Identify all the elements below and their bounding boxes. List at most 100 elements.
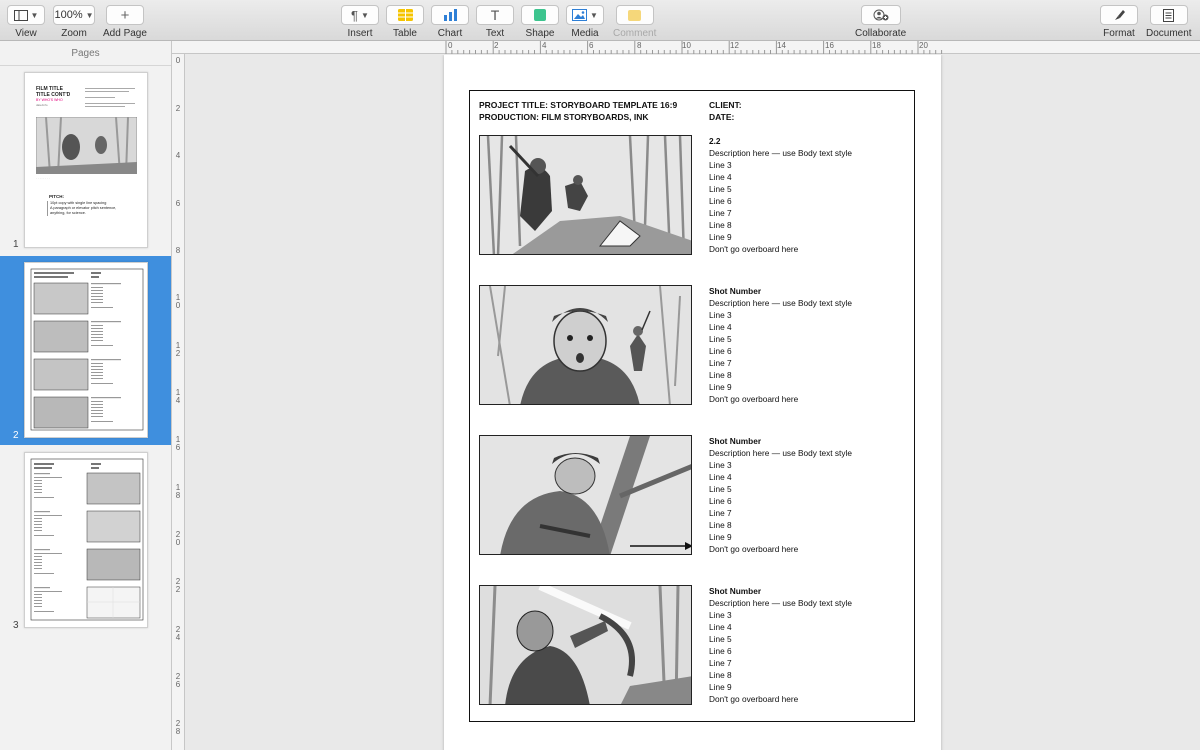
- ruler-label: 6: [175, 199, 181, 208]
- document-page[interactable]: PROJECT TITLE: STORYBOARD TEMPLATE 16:9 …: [444, 55, 941, 750]
- collaborate-button[interactable]: [860, 5, 901, 25]
- shot-line[interactable]: Line 5: [709, 483, 852, 495]
- shot-line[interactable]: Line 9: [709, 381, 852, 393]
- shot-line[interactable]: Line 4: [709, 321, 852, 333]
- shot-line[interactable]: Don't go overboard here: [709, 543, 852, 555]
- shot-line[interactable]: Don't go overboard here: [709, 393, 852, 405]
- table-control[interactable]: Table: [386, 5, 424, 39]
- shot-line[interactable]: Line 8: [709, 219, 852, 231]
- horizontal-ruler[interactable]: 0 2 4 6 8 10 12 14 16 18 20: [172, 41, 1200, 54]
- table-icon: [397, 9, 413, 21]
- ruler-label: 1 0: [175, 293, 181, 310]
- shot-description[interactable]: Description here — use Body text style: [709, 447, 852, 459]
- shot-line[interactable]: Line 4: [709, 171, 852, 183]
- date-label[interactable]: DATE:: [709, 111, 742, 123]
- shot-description-3[interactable]: Shot Number Description here — use Body …: [709, 435, 852, 555]
- add-page-button[interactable]: +: [105, 5, 144, 25]
- shot-line[interactable]: Line 8: [709, 519, 852, 531]
- zoom-select[interactable]: 100% ▼: [53, 5, 95, 25]
- chart-button[interactable]: [431, 5, 469, 25]
- thumb-text-block: [85, 86, 140, 109]
- shot-line[interactable]: Line 9: [709, 681, 852, 693]
- thumb-storyboard-layout: [30, 458, 144, 621]
- shape-button[interactable]: [521, 5, 559, 25]
- shot-line[interactable]: Line 3: [709, 609, 852, 621]
- format-button[interactable]: [1100, 5, 1138, 25]
- shot-line[interactable]: Line 4: [709, 621, 852, 633]
- insert-button[interactable]: ¶ ▼: [341, 5, 379, 25]
- shot-line[interactable]: Line 8: [709, 669, 852, 681]
- header-left[interactable]: PROJECT TITLE: STORYBOARD TEMPLATE 16:9 …: [479, 99, 677, 123]
- shot-number[interactable]: Shot Number: [709, 435, 852, 447]
- shot-line[interactable]: Line 5: [709, 633, 852, 645]
- thumbnail-page: [24, 262, 148, 438]
- ruler-label: 18: [872, 41, 881, 50]
- shot-line[interactable]: Line 3: [709, 159, 852, 171]
- collaborate-control[interactable]: Collaborate: [855, 5, 906, 39]
- shot-line[interactable]: Line 6: [709, 195, 852, 207]
- text-button[interactable]: T: [476, 5, 514, 25]
- shot-line[interactable]: Line 6: [709, 645, 852, 657]
- shot-line[interactable]: Don't go overboard here: [709, 693, 852, 705]
- view-control[interactable]: ▼ View: [7, 5, 45, 39]
- shot-line[interactable]: Line 5: [709, 183, 852, 195]
- shot-line[interactable]: Line 6: [709, 495, 852, 507]
- page-thumbnail-1[interactable]: 1 FILM TITLE TITLE CONT'D BY WHO'S WHO d…: [0, 66, 171, 256]
- media-button[interactable]: ▼: [566, 5, 604, 25]
- insert-control[interactable]: ¶ ▼ Insert: [341, 5, 379, 39]
- ruler-label: 6: [589, 41, 594, 50]
- table-button[interactable]: [386, 5, 424, 25]
- shape-control[interactable]: Shape: [521, 5, 559, 39]
- shot-line[interactable]: Don't go overboard here: [709, 243, 852, 255]
- project-title[interactable]: PROJECT TITLE: STORYBOARD TEMPLATE 16:9: [479, 99, 677, 111]
- comment-button[interactable]: [615, 5, 654, 25]
- media-control[interactable]: ▼ Media: [566, 5, 604, 39]
- production-title[interactable]: PRODUCTION: FILM STORYBOARDS, INK: [479, 111, 677, 123]
- shot-description-4[interactable]: Shot Number Description here — use Body …: [709, 585, 852, 705]
- chart-control[interactable]: Chart: [431, 5, 469, 39]
- format-control[interactable]: Format: [1100, 5, 1138, 39]
- shot-line[interactable]: Line 3: [709, 309, 852, 321]
- shot-number[interactable]: Shot Number: [709, 585, 852, 597]
- chevron-down-icon: ▼: [30, 10, 39, 20]
- text-control[interactable]: T Text: [476, 5, 514, 39]
- ruler-label: 0: [175, 56, 181, 65]
- shot-line[interactable]: Line 7: [709, 507, 852, 519]
- shot-line[interactable]: Line 4: [709, 471, 852, 483]
- storyboard-panel-4[interactable]: [479, 585, 692, 705]
- document-control[interactable]: Document: [1146, 5, 1192, 39]
- shot-line[interactable]: Line 9: [709, 231, 852, 243]
- shot-line[interactable]: Line 9: [709, 531, 852, 543]
- shot-description[interactable]: Description here — use Body text style: [709, 147, 852, 159]
- page-thumbnail-2[interactable]: 2: [0, 256, 171, 445]
- sketch-image: [480, 436, 691, 554]
- shot-description[interactable]: Description here — use Body text style: [709, 297, 852, 309]
- shot-number[interactable]: Shot Number: [709, 285, 852, 297]
- add-page-control[interactable]: + Add Page: [103, 5, 147, 39]
- shot-line[interactable]: Line 6: [709, 345, 852, 357]
- client-label[interactable]: CLIENT:: [709, 99, 742, 111]
- text-icon: T: [490, 7, 500, 23]
- vertical-ruler[interactable]: 0 2 4 6 8 1 0 1 2 1 4 1 6 1 8 2 0 2 2 2 …: [172, 54, 185, 750]
- storyboard-panel-3[interactable]: [479, 435, 692, 555]
- shot-line[interactable]: Line 7: [709, 657, 852, 669]
- storyboard-panel-2[interactable]: [479, 285, 692, 405]
- shot-description[interactable]: Description here — use Body text style: [709, 597, 852, 609]
- storyboard-panel-1[interactable]: [479, 135, 692, 255]
- view-button[interactable]: ▼: [7, 5, 45, 25]
- shot-line[interactable]: Line 7: [709, 357, 852, 369]
- shot-number[interactable]: 2.2: [709, 135, 852, 147]
- shot-line[interactable]: Line 7: [709, 207, 852, 219]
- shot-description-2[interactable]: Shot Number Description here — use Body …: [709, 285, 852, 405]
- image-icon: [572, 9, 588, 21]
- document-canvas[interactable]: PROJECT TITLE: STORYBOARD TEMPLATE 16:9 …: [186, 55, 1200, 750]
- shot-line[interactable]: Line 3: [709, 459, 852, 471]
- page-thumbnail-3[interactable]: 3: [0, 445, 171, 635]
- shot-description-1[interactable]: 2.2 Description here — use Body text sty…: [709, 135, 852, 255]
- zoom-control[interactable]: 100% ▼ Zoom: [53, 5, 95, 39]
- shot-line[interactable]: Line 8: [709, 369, 852, 381]
- header-right[interactable]: CLIENT: DATE:: [709, 99, 742, 123]
- comment-control[interactable]: Comment: [613, 5, 656, 39]
- shot-line[interactable]: Line 5: [709, 333, 852, 345]
- document-button[interactable]: [1149, 5, 1188, 25]
